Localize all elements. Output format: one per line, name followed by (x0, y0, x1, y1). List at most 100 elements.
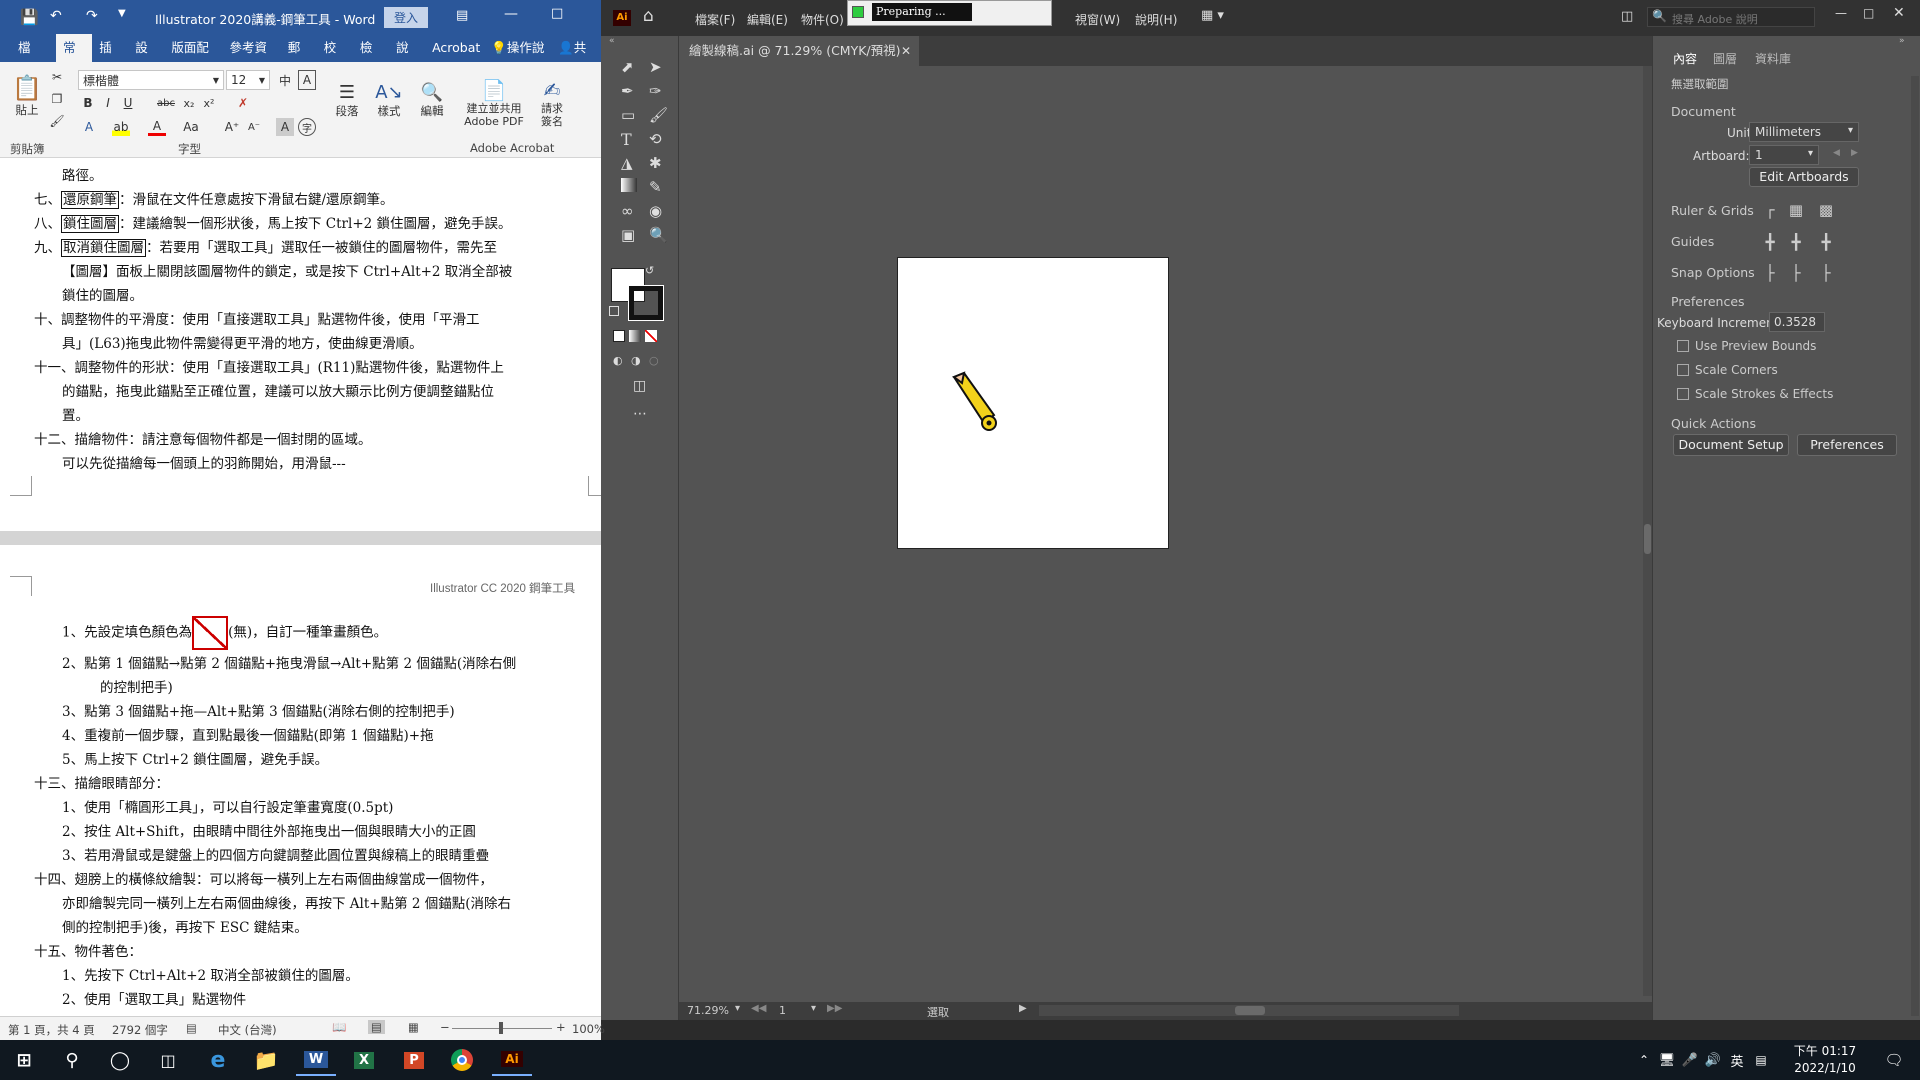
paragraph-button[interactable]: ☰ 段落 (330, 68, 364, 132)
paste-button[interactable]: 📋 貼上 (10, 68, 44, 124)
maximize-icon[interactable]: □ (1863, 6, 1874, 20)
tell-me-search[interactable]: 💡操作說明 (487, 34, 556, 83)
edge-icon[interactable]: e (198, 1044, 238, 1076)
scale-corners-checkbox[interactable]: Scale Corners (1677, 363, 1778, 377)
document-setup-button[interactable]: Document Setup (1673, 434, 1789, 456)
scale-strokes-checkbox[interactable]: Scale Strokes & Effects (1677, 387, 1833, 401)
paintbrush-tool-icon[interactable]: 🖌 (649, 106, 668, 124)
default-fill-stroke-icon[interactable] (609, 306, 619, 316)
clear-format-icon[interactable]: ✗ (234, 94, 252, 112)
edit-artboards-button[interactable]: Edit Artboards (1749, 167, 1859, 187)
chevron-down-icon[interactable]: ▾ (735, 1003, 740, 1014)
format-painter-icon[interactable]: 🖌 (48, 112, 66, 130)
italic-button[interactable]: I (100, 94, 116, 112)
arrange-documents-icon[interactable]: ◫ (1621, 9, 1633, 24)
chevron-down-icon[interactable]: ▾ (811, 1003, 816, 1014)
zoom-tool-icon[interactable]: 🔍 (649, 226, 668, 244)
search-icon[interactable]: ⚲ (52, 1044, 92, 1076)
screen-mode-icon[interactable]: ◫ (633, 378, 646, 394)
file-explorer-icon[interactable]: 📁 (246, 1044, 286, 1076)
home-icon[interactable]: ⌂ (643, 6, 654, 26)
text-effects-icon[interactable]: A (80, 118, 98, 136)
ruler-icon[interactable]: ┌ (1759, 200, 1781, 220)
vertical-scrollbar[interactable] (1643, 66, 1652, 996)
underline-button[interactable]: U (120, 94, 136, 112)
font-size-dropdown[interactable]: 12 ▼ (226, 70, 270, 90)
tab-help[interactable]: 說明 (389, 34, 425, 83)
create-share-pdf-button[interactable]: 📄 建立並共用 Adobe PDF (458, 68, 530, 138)
task-view-icon[interactable]: ◫ (148, 1044, 188, 1076)
font-name-dropdown[interactable]: 標楷體 ▼ (78, 70, 224, 90)
character-shading-icon[interactable]: A (276, 118, 294, 136)
tray-chevron-icon[interactable]: ⌃ (1634, 1044, 1654, 1076)
blend-tool-icon[interactable]: ∞ (621, 202, 634, 220)
draw-inside-icon[interactable]: ○ (649, 354, 659, 367)
smart-guides-icon[interactable]: ╋ (1815, 232, 1837, 252)
panel-scrollbar[interactable] (1911, 76, 1919, 1016)
menu-window[interactable]: 視窗(W) (1075, 11, 1120, 28)
print-layout-icon[interactable]: ▤ (368, 1020, 385, 1034)
rotate-tool-icon[interactable]: ⟲ (649, 130, 662, 148)
language-status[interactable]: 中文 (台灣) (218, 1022, 277, 1038)
cut-icon[interactable]: ✂ (48, 68, 66, 86)
chrome-app-icon[interactable] (442, 1044, 482, 1076)
tab-view[interactable]: 檢視 (353, 34, 389, 83)
ribbon-display-icon[interactable]: ▤ (456, 8, 468, 23)
web-layout-icon[interactable]: ▦ (408, 1020, 419, 1034)
tab-file[interactable]: 檔案 (0, 34, 56, 83)
collapse-panel-icon[interactable]: « (609, 36, 615, 46)
word-count[interactable]: 2792 個字 (112, 1022, 168, 1038)
eyedropper-tool-icon[interactable]: ✎ (649, 178, 662, 196)
ime-mode-icon[interactable]: ▤ (1750, 1044, 1772, 1076)
network-icon[interactable]: 🖥 (1656, 1044, 1678, 1076)
artboard-nav-first-icon[interactable]: ◀◀ (751, 1003, 766, 1014)
cortana-icon[interactable]: ◯ (100, 1044, 140, 1076)
prev-artboard-icon[interactable]: ◀ (1833, 148, 1840, 158)
copy-icon[interactable]: ❐ (48, 90, 66, 108)
superscript-button[interactable]: x² (200, 94, 218, 112)
lock-guides-icon[interactable]: ╋ (1785, 232, 1807, 252)
undo-icon[interactable]: ↶ (50, 8, 62, 24)
powerpoint-app-icon[interactable]: P (394, 1044, 434, 1076)
close-icon[interactable]: ✕ (1893, 5, 1905, 21)
status-mode[interactable]: 選取 (927, 1004, 949, 1020)
edit-toolbar-icon[interactable]: ⋯ (633, 406, 647, 422)
phonetic-guide-icon[interactable]: 中 (276, 70, 294, 90)
units-dropdown[interactable]: Millimeters ▾ (1749, 122, 1859, 142)
rectangle-tool-icon[interactable]: ▭ (621, 106, 635, 124)
bold-button[interactable]: B (80, 94, 96, 112)
maximize-icon[interactable]: □ (551, 6, 563, 21)
microphone-icon[interactable]: 🎤 (1680, 1044, 1700, 1076)
gradient-tool-icon[interactable] (621, 178, 637, 192)
strikethrough-button[interactable]: abc (154, 94, 178, 112)
gradient-mode-icon[interactable] (629, 330, 641, 342)
scrollbar-thumb[interactable] (1235, 1006, 1265, 1015)
eraser-tool-icon[interactable]: ◮ (621, 154, 633, 172)
expand-panel-icon[interactable]: » (1899, 36, 1905, 46)
tab-insert[interactable]: 插入 (92, 34, 128, 83)
volume-icon[interactable]: 🔊 (1702, 1044, 1724, 1076)
draw-normal-icon[interactable]: ◐ (613, 354, 623, 367)
color-mode-icon[interactable] (613, 330, 625, 342)
excel-app-icon[interactable]: X (344, 1044, 384, 1076)
snap-to-point-icon[interactable]: ├ (1759, 263, 1781, 283)
artboard-dropdown[interactable]: 1 ▾ (1749, 145, 1819, 165)
checkbox[interactable] (1677, 364, 1689, 376)
ime-indicator[interactable]: 英 (1726, 1044, 1748, 1076)
transparency-grid-icon[interactable]: ▩ (1815, 200, 1837, 220)
type-tool-icon[interactable]: T (621, 130, 632, 149)
tab-layout[interactable]: 版面配置 (164, 34, 222, 83)
artboard-number[interactable]: 1 (779, 1004, 786, 1017)
snap-to-glyph-icon[interactable]: ├ (1815, 263, 1837, 283)
curvature-tool-icon[interactable]: ✑ (649, 82, 662, 100)
artboard[interactable] (897, 257, 1169, 549)
direct-selection-tool-icon[interactable]: ➤ (649, 58, 662, 76)
styles-button[interactable]: A↘ 樣式 (372, 68, 406, 132)
zoom-level[interactable]: 71.29% (687, 1004, 729, 1017)
notifications-icon[interactable]: 🗨 (1876, 1044, 1912, 1076)
none-mode-icon[interactable] (645, 330, 657, 342)
character-border-icon[interactable]: A (298, 70, 316, 90)
redo-icon[interactable]: ↷ (86, 8, 98, 24)
tab-design[interactable]: 設計 (128, 34, 164, 83)
next-artboard-icon[interactable]: ▶ (1851, 148, 1858, 158)
